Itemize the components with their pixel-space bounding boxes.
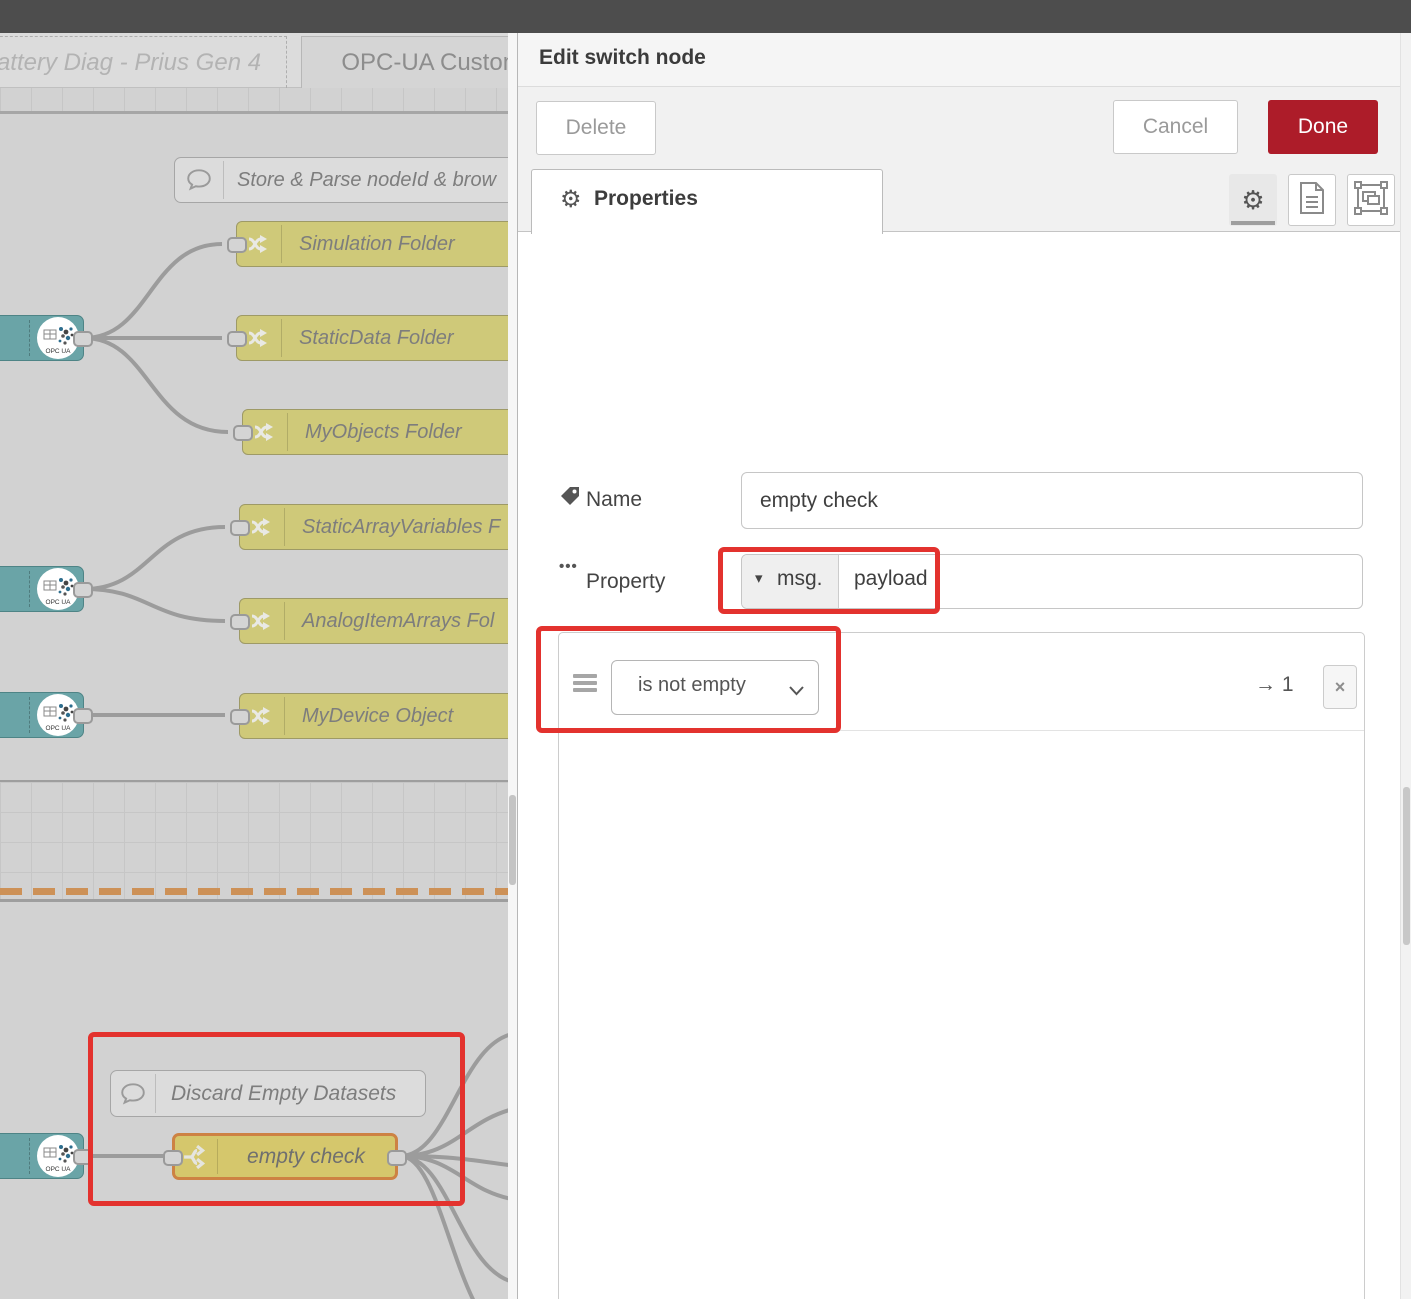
change-node-mydevice-object[interactable]: MyDevice Object bbox=[239, 693, 517, 739]
output-port[interactable] bbox=[73, 582, 93, 598]
cancel-button[interactable]: Cancel bbox=[1113, 100, 1238, 154]
flow-tab-opcua-custom[interactable]: OPC-UA Custom bbox=[301, 36, 517, 88]
svg-text:OPC UA: OPC UA bbox=[46, 599, 72, 606]
flow-canvas[interactable]: Store & Parse nodeId & brow Simulation F… bbox=[0, 88, 517, 1299]
annotation-box-rule bbox=[536, 626, 841, 733]
input-port[interactable] bbox=[230, 614, 250, 630]
dialog-button-row: Delete Cancel Done bbox=[518, 87, 1411, 166]
comment-node-store-parse[interactable]: Store & Parse nodeId & brow bbox=[174, 157, 517, 203]
input-port[interactable] bbox=[230, 520, 250, 536]
tab-properties[interactable]: ⚙ Properties bbox=[531, 169, 883, 234]
change-node-myobjects-folder[interactable]: MyObjects Folder bbox=[242, 409, 517, 455]
opcua-browser-node-2[interactable]: er OPC UA bbox=[0, 566, 84, 612]
tab-properties-label: Properties bbox=[594, 187, 698, 211]
opcua-browser-node-4[interactable]: er OPC UA bbox=[0, 1133, 84, 1179]
dialog-content: Name empty check ••• Property ▾ msg. pay… bbox=[518, 232, 1400, 1299]
edit-description-button[interactable] bbox=[1288, 174, 1336, 226]
rule-output-indicator: → 1 bbox=[1255, 673, 1294, 697]
change-node-staticarrayvariables[interactable]: StaticArrayVariables F bbox=[239, 504, 517, 550]
dialog-tab-row: ⚙ Properties ⚙ bbox=[518, 166, 1400, 232]
change-node-simulation-folder[interactable]: Simulation Folder bbox=[236, 221, 517, 267]
comment-label: Store & Parse nodeId & brow bbox=[237, 158, 496, 202]
document-icon bbox=[1297, 181, 1327, 220]
edit-appearance-button[interactable] bbox=[1347, 174, 1395, 226]
svg-text:OPC UA: OPC UA bbox=[46, 1166, 72, 1173]
node-red-app: Battery Diag - Prius Gen 4 OPC-UA Custom bbox=[0, 0, 1411, 1299]
dialog-header: Edit switch node bbox=[518, 33, 1411, 87]
canvas-scrollbar-thumb[interactable] bbox=[509, 795, 516, 885]
comment-bubble-icon bbox=[175, 158, 223, 202]
flow-tab-battery-diag[interactable]: Battery Diag - Prius Gen 4 bbox=[0, 36, 287, 88]
delete-button[interactable]: Delete bbox=[536, 101, 656, 155]
output-port[interactable] bbox=[73, 331, 93, 347]
svg-text:OPC UA: OPC UA bbox=[46, 725, 72, 732]
change-node-analogitemarrays[interactable]: AnalogItemArrays Fol bbox=[239, 598, 517, 644]
edit-properties-button[interactable]: ⚙ bbox=[1229, 174, 1277, 226]
property-label: Property bbox=[586, 570, 665, 594]
dialog-vertical-scrollbar[interactable] bbox=[1400, 33, 1411, 1299]
opcua-browser-node-3[interactable]: er OPC UA bbox=[0, 692, 84, 738]
property-dots-icon: ••• bbox=[559, 558, 578, 575]
appearance-icon bbox=[1354, 181, 1388, 220]
done-button[interactable]: Done bbox=[1268, 100, 1378, 154]
annotation-box-property bbox=[718, 547, 940, 614]
dialog-title: Edit switch node bbox=[539, 46, 706, 70]
canvas-vertical-scrollbar[interactable] bbox=[508, 33, 517, 1299]
arrow-right-icon: → bbox=[1255, 673, 1276, 696]
flow-workspace: Battery Diag - Prius Gen 4 OPC-UA Custom bbox=[0, 33, 517, 1299]
opcua-browser-node-1[interactable]: er OPC UA bbox=[0, 315, 84, 361]
annotation-box-canvas bbox=[88, 1032, 465, 1206]
input-port[interactable] bbox=[227, 331, 247, 347]
change-node-staticdata-folder[interactable]: StaticData Folder bbox=[236, 315, 517, 361]
remove-rule-button[interactable]: × bbox=[1323, 665, 1357, 709]
svg-text:OPC UA: OPC UA bbox=[46, 348, 72, 355]
output-port[interactable] bbox=[73, 708, 93, 724]
gear-icon: ⚙ bbox=[560, 185, 582, 214]
gear-icon: ⚙ bbox=[1241, 185, 1264, 216]
workspace-tabbar: Battery Diag - Prius Gen 4 OPC-UA Custom bbox=[0, 33, 517, 88]
edit-switch-node-dialog: Edit switch node Delete Cancel Done ⚙ Pr… bbox=[517, 33, 1411, 1299]
name-label: Name bbox=[586, 488, 642, 512]
input-port[interactable] bbox=[230, 709, 250, 725]
input-port[interactable] bbox=[227, 237, 247, 253]
app-header-bar bbox=[0, 0, 1411, 33]
rule-output-number: 1 bbox=[1282, 673, 1294, 696]
input-port[interactable] bbox=[233, 425, 253, 441]
dialog-scrollbar-thumb[interactable] bbox=[1403, 787, 1410, 945]
name-input[interactable]: empty check bbox=[741, 472, 1363, 529]
tag-icon bbox=[559, 485, 581, 512]
